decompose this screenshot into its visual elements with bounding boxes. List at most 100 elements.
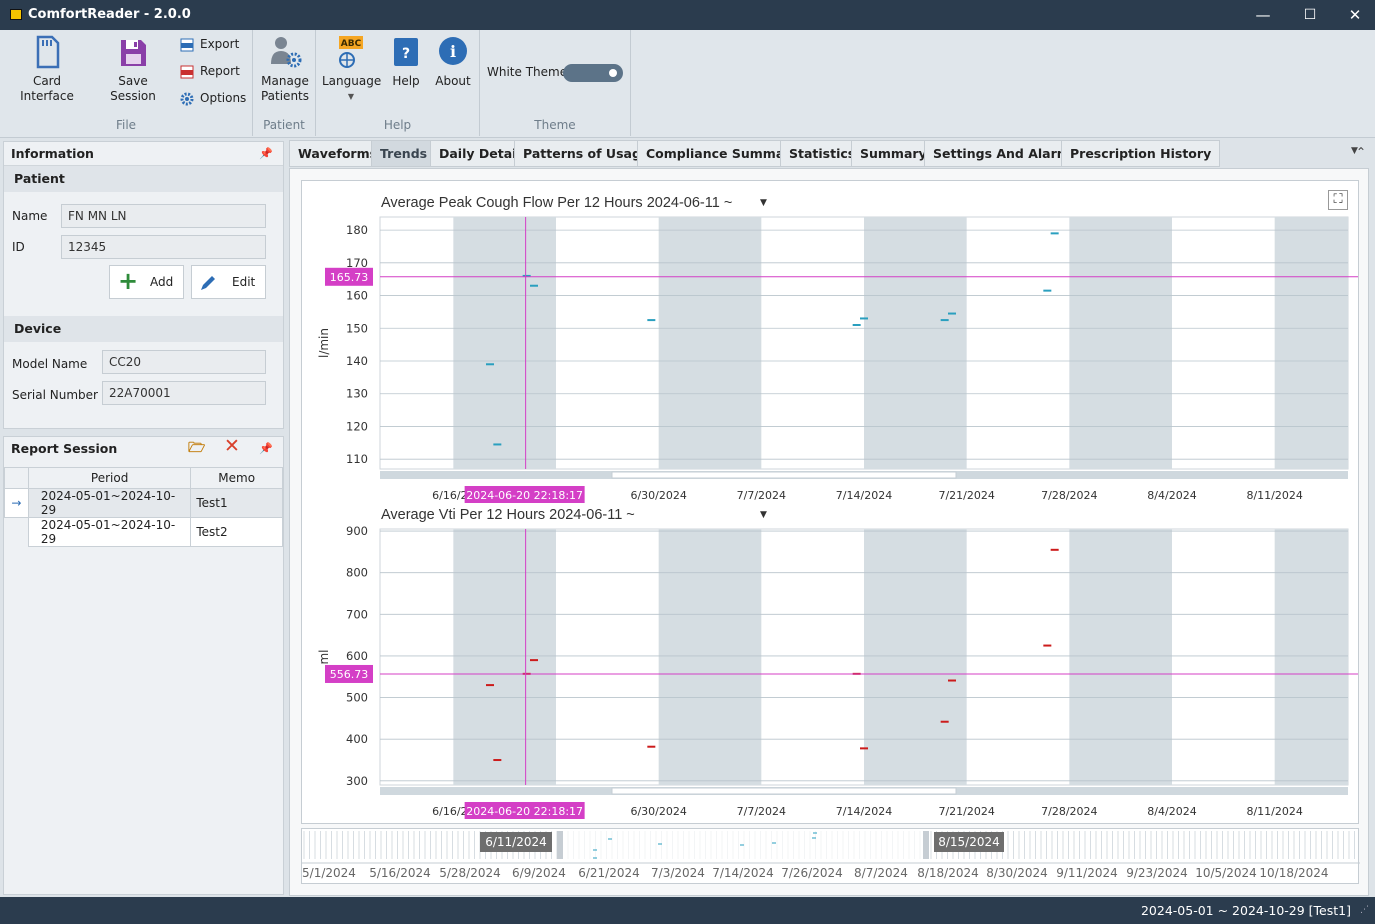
range-navigator[interactable]: 6/11/2024 8/15/2024 5/1/2024 5/16/2024 5/28/… — [301, 828, 1360, 885]
y-tick-label: 300 — [346, 774, 368, 788]
shaded-week-band — [1274, 529, 1348, 785]
fullscreen-icon[interactable]: ⛶ — [1328, 190, 1348, 210]
x-tick-label: 7/14/2024 — [836, 805, 892, 818]
chart-title-dropdown-icon: ▼ — [760, 198, 767, 208]
report-button[interactable]: Report — [180, 64, 240, 84]
title-bar: ComfortReader - 2.0.0 — ☐ ✕ — [0, 0, 1375, 30]
ribbon-group-theme: White Theme Theme — [480, 30, 631, 136]
y-tick-label: 150 — [346, 321, 368, 335]
options-button[interactable]: Options — [180, 91, 246, 111]
crosshair-x-value: 2024-06-20 22:18:17 — [466, 805, 583, 818]
app-icon — [10, 9, 22, 20]
help-group-label: Help — [383, 118, 412, 132]
shaded-week-band — [864, 529, 967, 785]
navigator-end-label: 8/15/2024 — [938, 835, 1000, 849]
serial-number-field[interactable]: 22A70001 — [102, 381, 266, 405]
status-text: 2024-05-01 ~ 2024-10-29 [Test1] — [1140, 903, 1351, 918]
manage-patients-button[interactable]: Manage Patients — [257, 34, 313, 104]
navigator-date-label: 8/7/2024 — [854, 866, 908, 880]
maximize-button[interactable]: ☐ — [1287, 0, 1333, 30]
report-session-title: Report Session — [11, 441, 118, 456]
about-label: About — [435, 74, 471, 88]
language-label: Language — [322, 74, 382, 88]
navigator-left-handle — [557, 831, 563, 859]
tab-list-dropdown-icon[interactable]: ▼ — [1351, 146, 1358, 156]
trend-charts-svg[interactable]: Average Peak Cough Flow Per 12 Hours 202… — [302, 181, 1360, 825]
y-tick-label: 900 — [346, 524, 368, 538]
y-tick-label: 110 — [346, 452, 368, 466]
minimize-button[interactable]: — — [1240, 0, 1286, 30]
shaded-week-band — [453, 217, 556, 469]
language-dropdown-icon: ▼ — [347, 92, 355, 101]
x-tick-label: 7/28/2024 — [1041, 489, 1097, 502]
memo-cell[interactable]: Test2 — [190, 517, 283, 547]
x-tick-label: 8/4/2024 — [1147, 489, 1196, 502]
range-navigator-svg[interactable]: 6/11/2024 8/15/2024 5/1/2024 5/16/2024 5/28/… — [302, 829, 1360, 885]
card-interface-button[interactable]: Card Interface — [6, 34, 88, 104]
open-folder-icon[interactable]: 🗁 — [188, 436, 205, 460]
x-tick-label: 7/14/2024 — [836, 489, 892, 502]
model-name-field[interactable]: CC20 — [102, 350, 266, 374]
patient-section-header: Patient — [4, 166, 283, 192]
serial-number-label: Serial Number — [12, 388, 98, 402]
navigator-start-label: 6/11/2024 — [485, 835, 547, 849]
toggle-knob — [609, 69, 617, 77]
csv-file-icon — [180, 38, 194, 51]
svg-text:?: ? — [402, 46, 410, 62]
chart-title: Average Vti Per 12 Hours 2024-06-11 ~ — [381, 507, 635, 523]
pin-icon[interactable]: 📌 — [259, 437, 273, 461]
y-tick-label: 180 — [346, 223, 368, 237]
pencil-icon — [201, 276, 215, 290]
delete-icon[interactable]: ✕ — [224, 434, 240, 458]
crosshair-y-value: 165.73 — [330, 271, 369, 284]
y-tick-label: 800 — [346, 566, 368, 580]
chart-scrollbar-thumb — [611, 471, 957, 479]
memo-cell[interactable]: Test1 — [190, 488, 283, 518]
period-cell[interactable]: 2024-05-01~2024-10-29 — [27, 517, 192, 547]
navigator-date-label: 9/11/2024 — [1056, 866, 1118, 880]
card-interface-label: Card Interface — [20, 74, 74, 103]
language-button[interactable]: ABC Language ▼ — [322, 34, 382, 104]
tab-summary[interactable]: Summary — [851, 140, 936, 167]
tab-trends[interactable]: Trends — [371, 140, 437, 167]
chart-scrollbar-thumb — [611, 787, 957, 795]
table-row[interactable]: → 2024-05-01~2024-10-29 Test1 — [4, 488, 283, 518]
information-panel: Information 📌 Patient Name FN MN LN ID 1… — [3, 141, 284, 429]
period-cell[interactable]: 2024-05-01~2024-10-29 — [27, 488, 192, 518]
y-tick-label: 500 — [346, 691, 368, 705]
resize-grip-icon[interactable]: ⋰ — [1360, 905, 1369, 915]
patients-gear-icon — [271, 37, 302, 68]
navigator-date-label: 7/3/2024 — [651, 866, 705, 880]
export-button[interactable]: Export — [180, 37, 239, 57]
y-tick-label: 170 — [346, 256, 368, 270]
navigator-date-label: 10/5/2024 — [1195, 866, 1257, 880]
help-button[interactable]: ? Help — [388, 34, 424, 89]
help-book-icon: ? — [394, 38, 418, 66]
shaded-week-band — [1069, 529, 1172, 785]
save-session-button[interactable]: Save Session — [95, 34, 171, 104]
pin-icon[interactable]: 📌 — [259, 142, 273, 166]
navigator-date-label: 7/14/2024 — [712, 866, 774, 880]
memo-column-header[interactable]: Memo — [190, 467, 283, 489]
tab-prescription-history[interactable]: Prescription History — [1061, 140, 1221, 167]
add-patient-button[interactable]: + Add — [109, 265, 184, 299]
white-theme-label: White Theme — [487, 65, 568, 79]
save-icon — [121, 40, 146, 66]
name-label: Name — [12, 209, 48, 223]
table-row[interactable]: 2024-05-01~2024-10-29 Test2 — [4, 517, 283, 547]
about-button[interactable]: i About — [432, 34, 474, 89]
sd-card-icon — [36, 35, 60, 69]
edit-patient-button[interactable]: Edit — [191, 265, 266, 299]
y-tick-label: 400 — [346, 732, 368, 746]
model-name-label: Model Name — [12, 357, 88, 371]
white-theme-toggle[interactable] — [563, 64, 623, 82]
name-field[interactable]: FN MN LN — [61, 204, 266, 228]
id-field[interactable]: 12345 — [61, 235, 266, 259]
period-column-header[interactable]: Period — [27, 467, 192, 489]
navigator-date-label: 6/21/2024 — [578, 866, 640, 880]
close-button[interactable]: ✕ — [1332, 0, 1375, 30]
file-group-label: File — [115, 118, 137, 132]
crosshair-x-value: 2024-06-20 22:18:17 — [466, 489, 583, 502]
x-tick-label: 7/7/2024 — [737, 489, 786, 502]
x-tick-label: 6/30/2024 — [630, 805, 686, 818]
